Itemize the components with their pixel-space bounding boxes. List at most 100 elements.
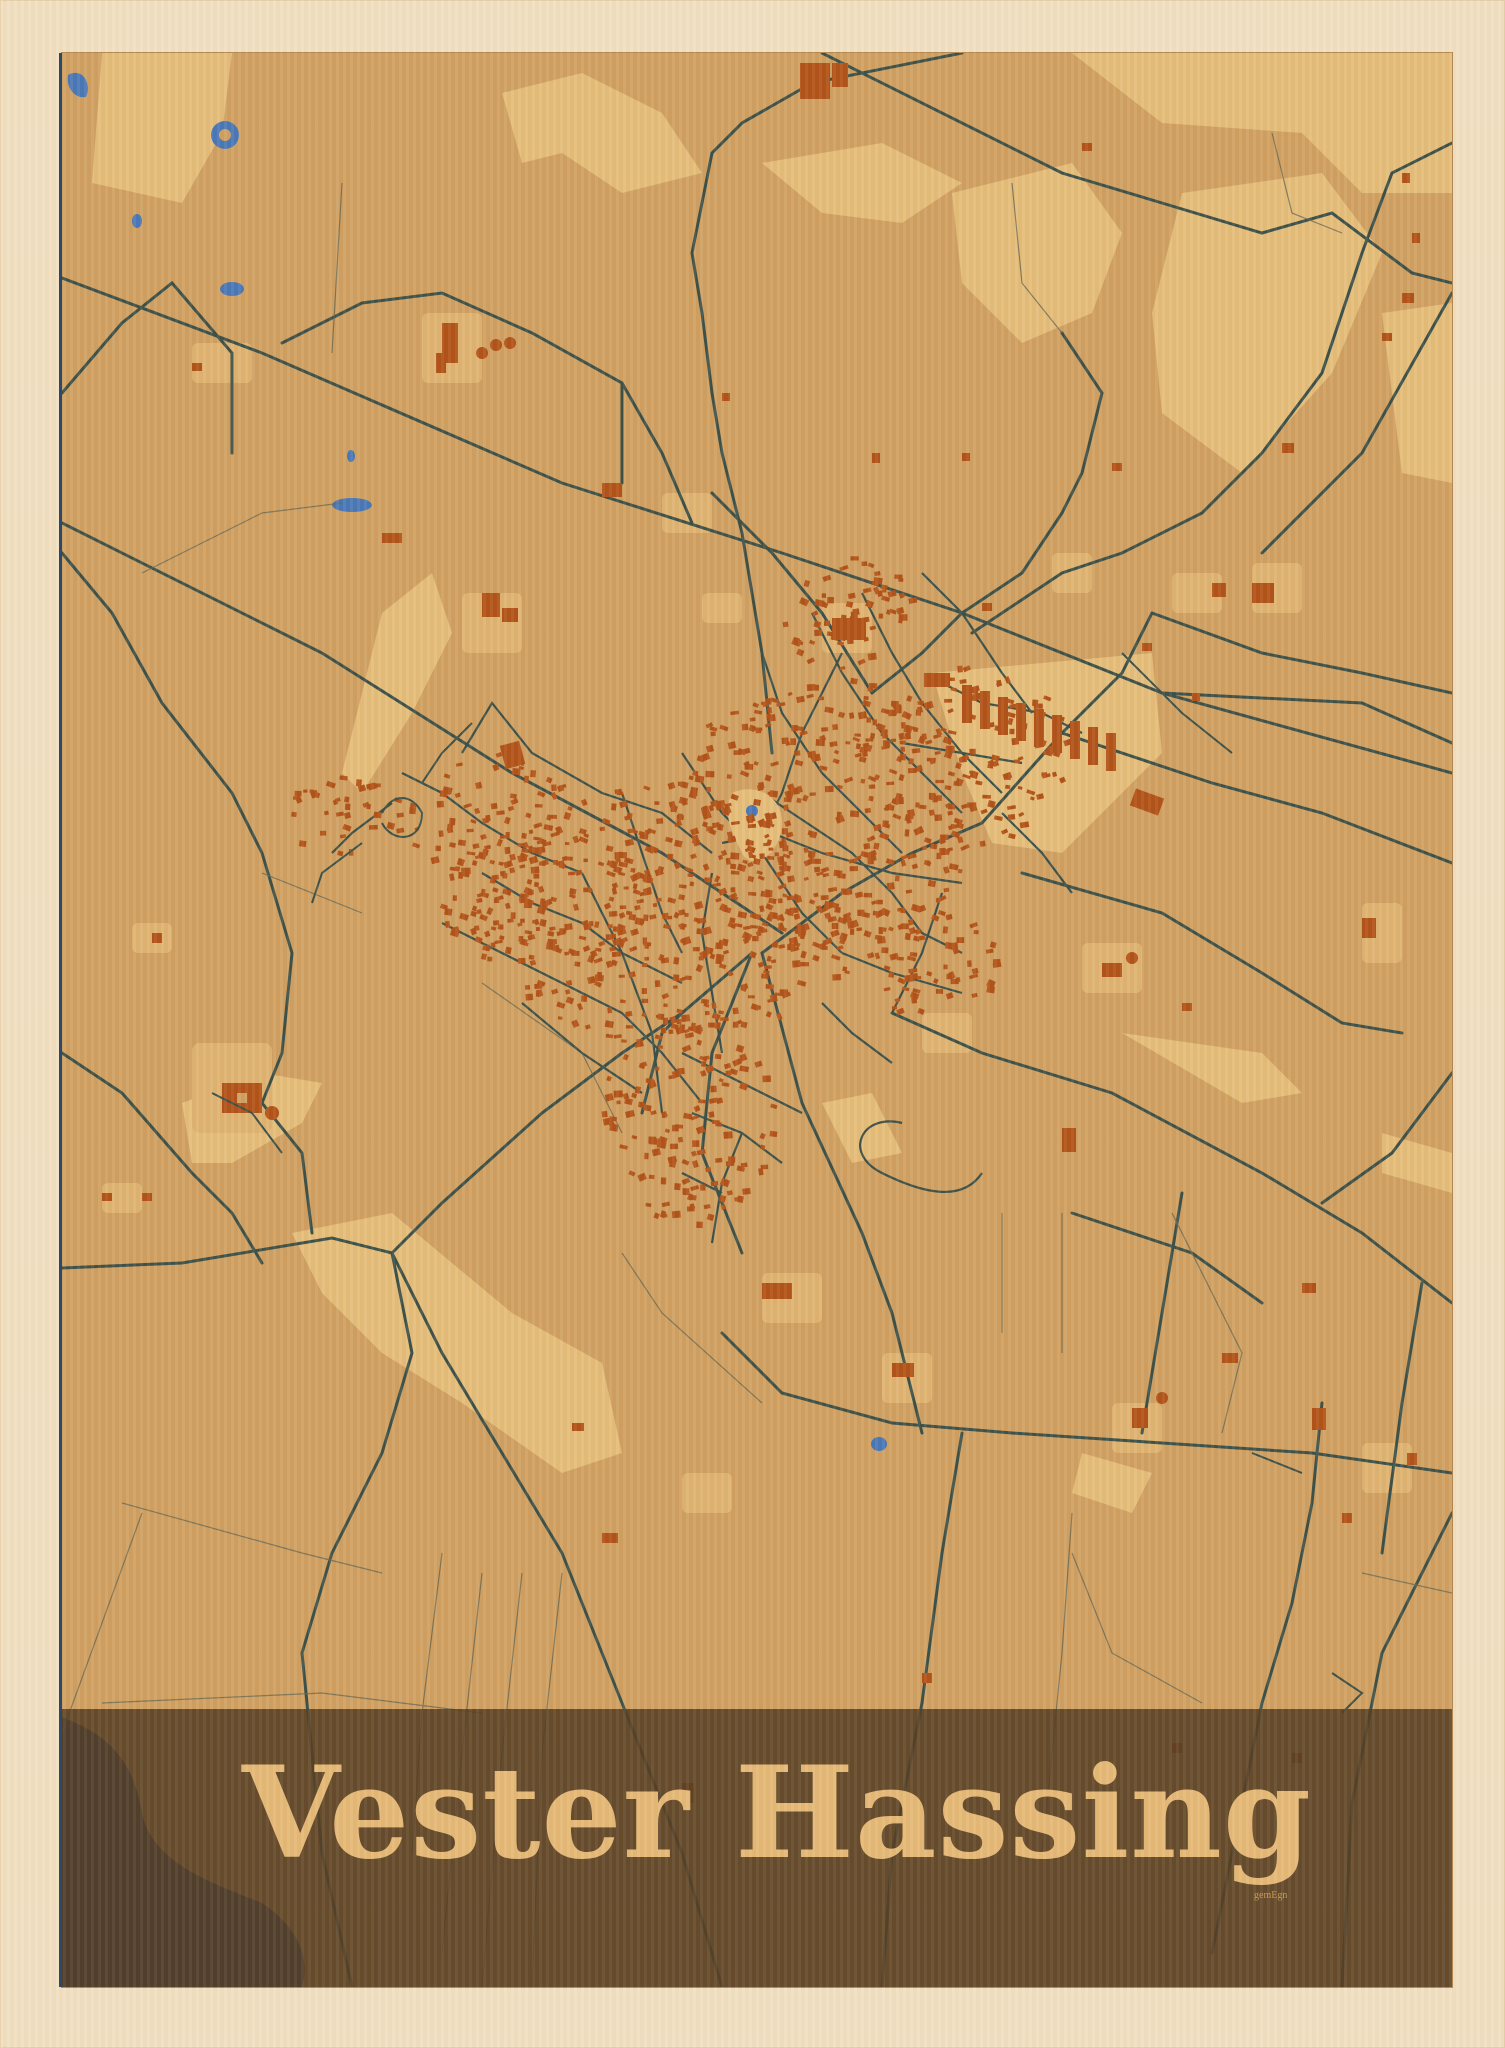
building xyxy=(813,866,821,873)
building xyxy=(625,1109,635,1119)
building xyxy=(549,926,556,931)
building xyxy=(693,900,704,910)
building xyxy=(1014,759,1020,764)
building xyxy=(396,827,405,834)
building xyxy=(641,998,649,1004)
building xyxy=(663,924,671,930)
building xyxy=(643,785,651,791)
building xyxy=(854,891,864,899)
building xyxy=(673,1183,681,1191)
building xyxy=(632,829,639,834)
building xyxy=(748,724,756,733)
building xyxy=(676,1019,682,1025)
building xyxy=(960,803,969,810)
building xyxy=(714,1054,722,1060)
building xyxy=(942,736,953,746)
building xyxy=(830,929,840,938)
building xyxy=(550,831,560,838)
building xyxy=(610,803,617,811)
building xyxy=(574,961,581,967)
building xyxy=(504,902,511,910)
building xyxy=(687,873,694,878)
building xyxy=(499,870,507,877)
building xyxy=(803,579,811,588)
building xyxy=(737,911,748,919)
building xyxy=(623,886,629,890)
building xyxy=(824,785,834,793)
building xyxy=(833,749,840,755)
building xyxy=(911,997,918,1004)
building xyxy=(857,711,868,720)
building xyxy=(571,1019,580,1028)
building xyxy=(741,747,751,755)
building xyxy=(619,1144,628,1150)
building xyxy=(556,1001,566,1009)
building xyxy=(529,959,537,966)
building xyxy=(618,912,626,919)
building xyxy=(874,570,881,577)
building xyxy=(759,1132,766,1140)
building xyxy=(888,926,894,932)
building xyxy=(700,1184,706,1191)
building xyxy=(765,984,774,990)
building xyxy=(927,879,937,888)
building xyxy=(449,873,455,881)
building xyxy=(606,1075,612,1082)
building xyxy=(857,909,865,916)
building xyxy=(699,1069,707,1077)
building xyxy=(695,964,704,973)
building xyxy=(906,695,913,702)
building xyxy=(934,750,941,756)
building xyxy=(892,813,902,820)
building xyxy=(492,887,499,893)
building xyxy=(713,875,721,883)
building xyxy=(543,824,554,831)
building xyxy=(957,665,963,673)
wooden-frame: Vester Hassing gemEgn xyxy=(0,0,1505,2048)
building xyxy=(683,1112,693,1120)
building xyxy=(463,802,473,809)
building xyxy=(753,798,761,807)
building xyxy=(831,922,839,929)
building xyxy=(1009,728,1015,735)
building xyxy=(698,1099,707,1104)
building xyxy=(831,954,841,961)
building xyxy=(610,933,617,938)
building xyxy=(648,1084,654,1089)
building xyxy=(583,887,591,893)
building xyxy=(839,666,846,671)
building xyxy=(916,975,922,980)
building xyxy=(344,803,351,811)
building xyxy=(747,823,757,829)
building xyxy=(806,657,815,665)
building xyxy=(783,804,789,811)
building xyxy=(969,922,978,929)
building xyxy=(644,1152,649,1160)
building xyxy=(866,952,875,959)
building xyxy=(822,574,832,582)
building xyxy=(519,864,526,869)
building xyxy=(867,853,877,862)
building xyxy=(721,906,732,914)
building xyxy=(727,1156,736,1163)
building xyxy=(928,809,935,816)
building xyxy=(298,840,307,848)
building xyxy=(631,1135,638,1140)
building xyxy=(510,912,516,919)
building xyxy=(888,709,897,717)
building xyxy=(867,652,877,661)
building xyxy=(629,945,638,952)
building xyxy=(943,964,948,970)
building xyxy=(518,957,526,964)
building xyxy=(973,930,979,935)
building xyxy=(925,739,933,745)
building xyxy=(764,774,772,782)
brand-mark: gemEgn xyxy=(1254,1890,1288,1901)
building xyxy=(879,831,890,841)
building xyxy=(732,1007,739,1015)
building xyxy=(908,967,918,974)
farm-plots xyxy=(102,313,1412,1513)
building xyxy=(663,1003,668,1008)
building xyxy=(904,829,910,837)
building xyxy=(850,677,858,685)
